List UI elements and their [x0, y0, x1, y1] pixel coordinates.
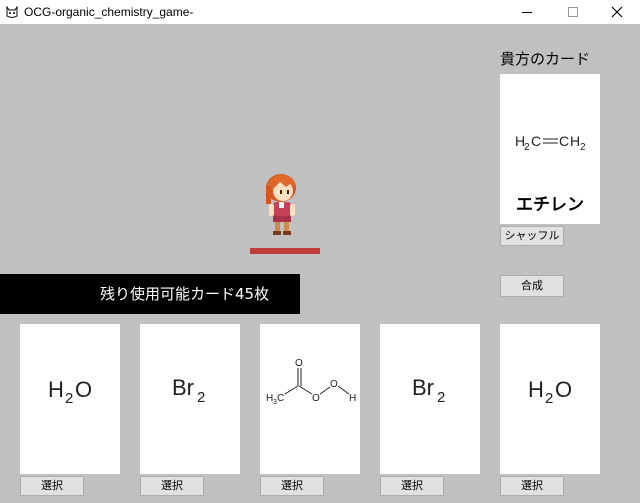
- hand-card-3: H 3 C O O O H: [260, 324, 360, 474]
- hand-card-5: H 2 O: [500, 324, 600, 474]
- ethylene-h-right: H: [570, 133, 580, 149]
- svg-text:H: H: [349, 393, 356, 404]
- player-card: H 2 C C H 2 エチレン: [500, 74, 600, 224]
- remaining-cards-bar: 残り使用可能カード45枚: [0, 274, 300, 314]
- svg-text:H: H: [528, 377, 544, 402]
- svg-text:2: 2: [437, 389, 445, 406]
- hand-card-2: Br 2: [140, 324, 240, 474]
- cat-app-icon: [6, 5, 18, 18]
- svg-text:O: O: [295, 358, 303, 369]
- close-icon: [611, 6, 623, 18]
- svg-text:C: C: [277, 393, 284, 404]
- ethylene-c-left: C: [531, 133, 541, 149]
- hand-card-2-formula: Br 2: [172, 375, 205, 406]
- hand-card-5-formula: H 2 O: [528, 377, 572, 407]
- svg-text:2: 2: [197, 389, 205, 406]
- hand-card-1-formula: H 2 O: [48, 377, 92, 407]
- svg-text:2: 2: [545, 390, 553, 407]
- hand-card-4-formula: Br 2: [412, 375, 445, 406]
- minimize-icon: [522, 12, 532, 13]
- select-button-1[interactable]: 選択: [20, 476, 84, 496]
- svg-text:O: O: [555, 377, 572, 402]
- ethylene-sub-left: 2: [524, 142, 530, 153]
- character-hp-bar: [250, 248, 320, 254]
- maximize-button[interactable]: [550, 0, 596, 24]
- select-button-2[interactable]: 選択: [140, 476, 204, 496]
- svg-text:O: O: [330, 379, 338, 390]
- svg-text:Br: Br: [412, 375, 434, 400]
- ethylene-sub-right: 2: [580, 142, 586, 153]
- svg-text:Br: Br: [172, 375, 194, 400]
- svg-text:2: 2: [65, 390, 73, 407]
- ethylene-structure: H 2 C C H 2: [515, 133, 586, 153]
- select-button-5[interactable]: 選択: [500, 476, 564, 496]
- remaining-cards-text: 残り使用可能カード45枚: [100, 285, 270, 303]
- red-haired-girl-sprite: [266, 174, 296, 235]
- select-button-4[interactable]: 選択: [380, 476, 444, 496]
- svg-text:O: O: [75, 377, 92, 402]
- shuffle-button[interactable]: シャッフル: [500, 226, 564, 246]
- hand-card-1: H 2 O: [20, 324, 120, 474]
- game-area: 貴方のカード H 2 C C H 2 エチレン シャッフル 合成 残り使用可能カ…: [0, 24, 640, 503]
- close-button[interactable]: [594, 0, 640, 24]
- svg-text:O: O: [312, 393, 320, 404]
- your-card-label: 貴方のカード: [500, 50, 591, 68]
- peracetic-acid-structure: H 3 C O O O H: [266, 358, 356, 406]
- svg-text:H: H: [48, 377, 64, 402]
- synthesize-button[interactable]: 合成: [500, 275, 564, 297]
- select-button-3[interactable]: 選択: [260, 476, 324, 496]
- title-bar: OCG-organic_chemistry_game-: [0, 0, 640, 24]
- minimize-button[interactable]: [504, 0, 550, 24]
- maximize-icon: [568, 7, 578, 17]
- window-title: OCG-organic_chemistry_game-: [24, 5, 194, 19]
- hand-card-4: Br 2: [380, 324, 480, 474]
- player-card-name: エチレン: [516, 195, 584, 215]
- ethylene-c-right: C: [559, 133, 569, 149]
